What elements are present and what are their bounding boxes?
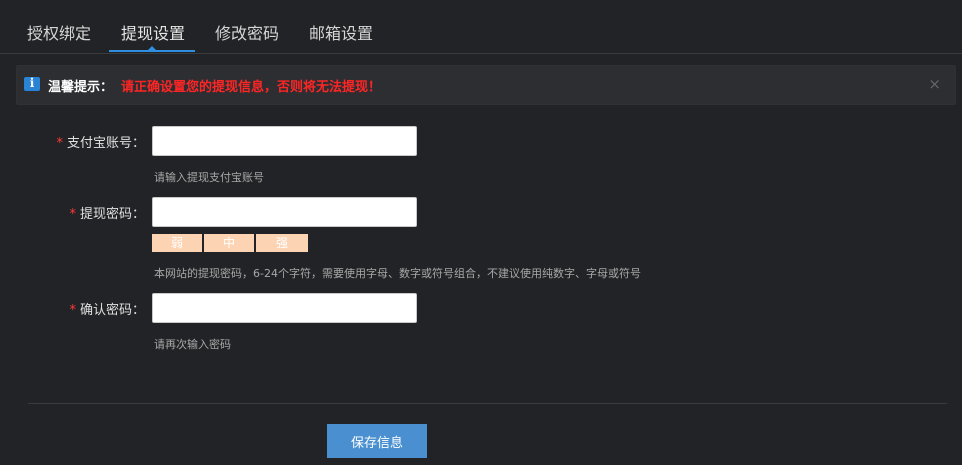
withdraw-password-hint: 本网站的提现密码，6-24个字符，需要使用字母、数字或符号组合，不建议使用纯数字… [154, 267, 641, 280]
tab-withdraw-settings[interactable]: 提现设置 [109, 20, 195, 52]
confirm-password-input[interactable] [152, 293, 417, 323]
info-icon [24, 76, 40, 91]
tip-alert: 温馨提示： 请正确设置您的提现信息，否则将无法提现！ × [16, 65, 956, 105]
strength-weak: 弱 [152, 234, 202, 252]
save-info-button[interactable]: 保存信息 [327, 424, 427, 458]
alipay-account-hint: 请输入提现支付宝账号 [154, 171, 264, 184]
active-tab-caret-icon [148, 46, 156, 50]
tab-label: 提现设置 [121, 24, 186, 43]
alipay-account-label: * 支付宝账号： [56, 136, 145, 151]
required-mark: * [69, 207, 76, 222]
withdraw-settings-page: 授权绑定 提现设置 修改密码 邮箱设置 温馨提示： 请正确设置您的提现信息，否则… [0, 0, 962, 465]
settings-tabs: 授权绑定 提现设置 修改密码 邮箱设置 [0, 0, 962, 54]
tab-authorization-binding[interactable]: 授权绑定 [27, 20, 91, 52]
withdraw-password-label: * 提现密码： [69, 207, 145, 222]
strength-medium: 中 [204, 234, 254, 252]
tab-change-password[interactable]: 修改密码 [215, 20, 279, 52]
required-mark: * [56, 136, 63, 151]
alert-title: 温馨提示： [48, 80, 114, 95]
form-divider [28, 403, 947, 404]
close-icon[interactable]: × [928, 75, 941, 93]
alert-message: 请正确设置您的提现信息，否则将无法提现！ [121, 80, 382, 95]
required-mark: * [69, 303, 76, 318]
confirm-password-label: * 确认密码： [69, 303, 145, 318]
tab-email-settings[interactable]: 邮箱设置 [309, 20, 373, 52]
password-strength-meter: 弱 中 强 [152, 234, 308, 252]
withdraw-password-input[interactable] [152, 197, 417, 227]
confirm-password-hint: 请再次输入密码 [154, 338, 231, 351]
alipay-account-input[interactable] [152, 126, 417, 156]
strength-strong: 强 [256, 234, 308, 252]
